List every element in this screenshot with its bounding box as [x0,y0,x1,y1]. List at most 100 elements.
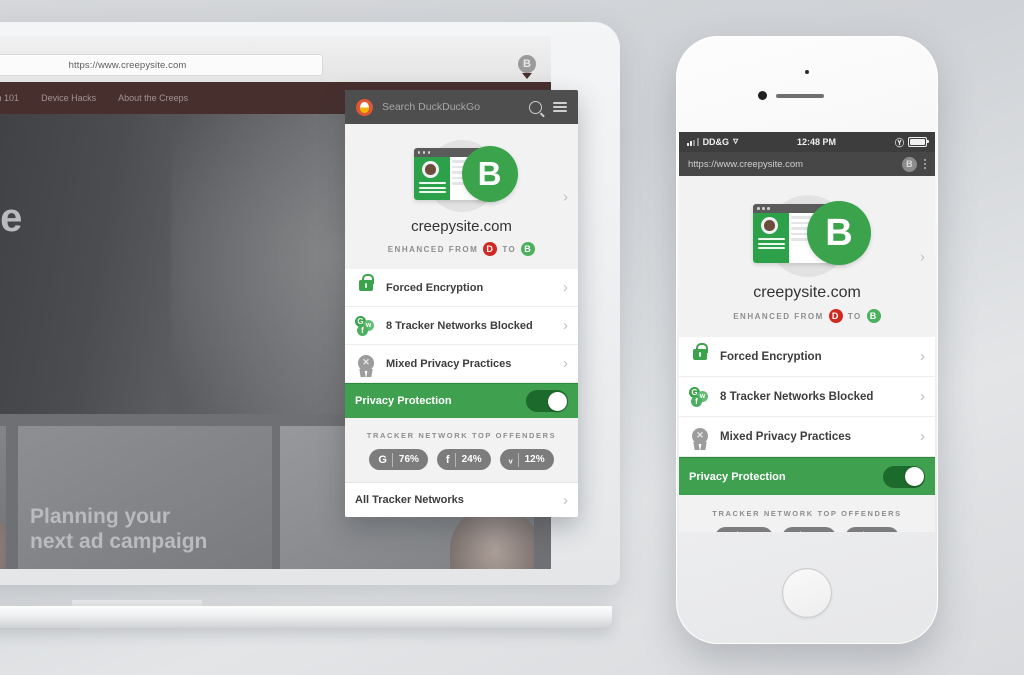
grade-badge-icon: B [461,146,518,202]
google-icon: G [724,530,739,532]
tracker-networks-icon: Gw f [355,315,377,337]
card-title: Planning your next ad campaign [30,504,207,554]
privacy-protection-toggle[interactable] [526,390,568,412]
site-nav-item-1[interactable]: Adtech 101 [0,93,19,103]
facebook-icon: f [791,530,801,532]
row-mixed-privacy-practices[interactable]: ✕ Mixed Privacy Practices › [679,417,935,457]
battery-full-icon [908,137,929,147]
row-forced-encryption[interactable]: Forced Encryption › [345,269,578,307]
row-label: Mixed Privacy Practices [720,430,852,443]
browser-chrome: https://www.creepysite.com B [0,36,551,83]
all-tracker-networks-row[interactable]: All Tracker Networks › [345,482,578,517]
privacy-detail-rows: Forced Encryption › Gw f 8 Tracker Netwo… [345,269,578,383]
offender-chip-google[interactable]: G 76% [369,449,428,470]
facebook-icon: f [446,452,456,467]
site-domain: creepysite.com [411,218,512,235]
row-label: Forced Encryption [386,281,484,294]
grade-badge-label: B [825,211,853,254]
panel-header: Search DuckDuckGo [345,90,578,124]
grade-from-icon: D [828,309,843,323]
enhanced-grade-line: ENHANCED FROM D TO B [345,242,578,256]
row-tracker-networks-blocked[interactable]: Gw f 8 Tracker Networks Blocked › [345,307,578,345]
grade-from-icon: D [483,242,498,256]
address-bar[interactable]: https://www.creepysite.com [0,54,323,76]
card-photo [0,506,6,569]
chevron-right-icon[interactable]: › [563,280,568,295]
privacy-badge-x-icon: ✕ [689,426,711,448]
status-time: 12:48 PM [797,137,837,147]
row-label: 8 Tracker Networks Blocked [720,390,874,403]
site-card[interactable]: ing veb [0,426,6,569]
grade-badge-icon: B [807,201,871,265]
privacy-protection-bar[interactable]: Privacy Protection [345,383,578,418]
top-offenders-section: TRACKER NETWORK TOP OFFENDERS G 76% f 24… [679,495,935,532]
chevron-right-icon[interactable]: › [920,349,925,364]
chevron-right-icon[interactable]: › [920,389,925,404]
card-title-line-1: next ad campaign [30,529,208,553]
kebab-menu-icon[interactable] [923,158,926,170]
privacy-protection-label: Privacy Protection [689,470,786,483]
address-bar-url: https://www.creepysite.com [68,59,187,71]
phone-device: DD&G ▿ 12:48 PM Ⓨ https://www.creepysite… [676,36,938,644]
chevron-right-icon[interactable]: › [563,356,568,371]
site-summary[interactable]: B creepysite.com ENHANCED FROM D TO B › [345,124,578,269]
site-nav-item-3[interactable]: About the Creeps [118,93,188,103]
duckduckgo-privacy-panel: Search DuckDuckGo B creepysite.com ENHAN… [345,90,578,517]
earpiece-speaker [776,94,824,98]
hero-line-2: s [0,242,22,289]
phone-site-summary[interactable]: B creepysite.com ENHANCED FROM D TO B › [679,176,935,337]
laptop-base [0,606,612,628]
proximity-sensor-icon [758,91,767,100]
lock-icon [689,342,711,368]
extension-badge-label: B [523,58,531,70]
site-nav-item-2[interactable]: Device Hacks [41,93,96,103]
chevron-right-icon[interactable]: › [563,318,568,333]
enhanced-prefix-label: ENHANCED FROM [387,244,479,254]
hero-line-1: people [0,196,22,241]
offender-chip-facebook[interactable]: f 24% [782,527,837,532]
row-label: Forced Encryption [720,350,822,363]
grade-badge-label: B [477,155,502,192]
extension-badge-label: B [906,159,913,169]
chevron-right-icon[interactable]: › [920,429,925,444]
site-card[interactable]: Planning your next ad campaign BY ALICE … [18,426,272,569]
privacy-badge-x-icon: ✕ [355,353,377,375]
row-forced-encryption[interactable]: Forced Encryption › [679,337,935,377]
enhanced-middle-label: TO [847,311,862,321]
status-bar: DD&G ▿ 12:48 PM Ⓨ [679,132,935,152]
enhanced-prefix-label: ENHANCED FROM [733,311,824,321]
top-offenders-chips: G 76% f 24% ᵥ 12% [345,449,578,470]
signal-bars-icon [687,138,699,146]
home-button[interactable] [782,568,832,618]
offender-chip-google[interactable]: G 76% [714,527,774,532]
offender-value: 24% [461,454,482,465]
extension-badge-icon[interactable]: B [901,156,917,172]
row-mixed-privacy-practices[interactable]: ✕ Mixed Privacy Practices › [345,345,578,383]
top-offenders-title: TRACKER NETWORK TOP OFFENDERS [712,509,902,518]
search-icon[interactable] [528,100,543,115]
privacy-protection-toggle[interactable] [883,465,925,488]
chevron-right-icon[interactable]: › [563,493,568,508]
offender-chip-twitter[interactable]: ᵥ 12% [845,527,900,532]
chevron-right-icon[interactable]: › [920,249,925,264]
offender-value: 76% [398,454,419,465]
privacy-protection-bar[interactable]: Privacy Protection [679,457,935,495]
top-offenders-section: TRACKER NETWORK TOP OFFENDERS G 76% f 24… [345,418,578,482]
phone-address-bar[interactable]: https://www.creepysite.com B [679,152,935,176]
site-illustration-icon: B [408,138,518,212]
phone-privacy-detail-rows: Forced Encryption › Gw f 8 Tracker Netwo… [679,337,935,457]
privacy-protection-label: Privacy Protection [355,395,452,407]
extension-badge-icon[interactable]: B [518,55,536,73]
grade-to-icon: B [866,309,881,323]
search-input[interactable]: Search DuckDuckGo [382,101,519,113]
hamburger-menu-icon[interactable] [552,100,567,115]
top-offenders-title: TRACKER NETWORK TOP OFFENDERS [366,431,557,440]
row-tracker-networks-blocked[interactable]: Gw f 8 Tracker Networks Blocked › [679,377,935,417]
carrier-label: DD&G [702,137,730,147]
site-illustration-icon: B [745,192,871,278]
lock-icon [355,273,377,299]
offender-chip-facebook[interactable]: f 24% [436,449,491,470]
card-title-line-0: Planning your [30,504,171,528]
chevron-right-icon[interactable]: › [563,189,568,204]
offender-chip-twitter[interactable]: ᵥ 12% [499,449,554,470]
